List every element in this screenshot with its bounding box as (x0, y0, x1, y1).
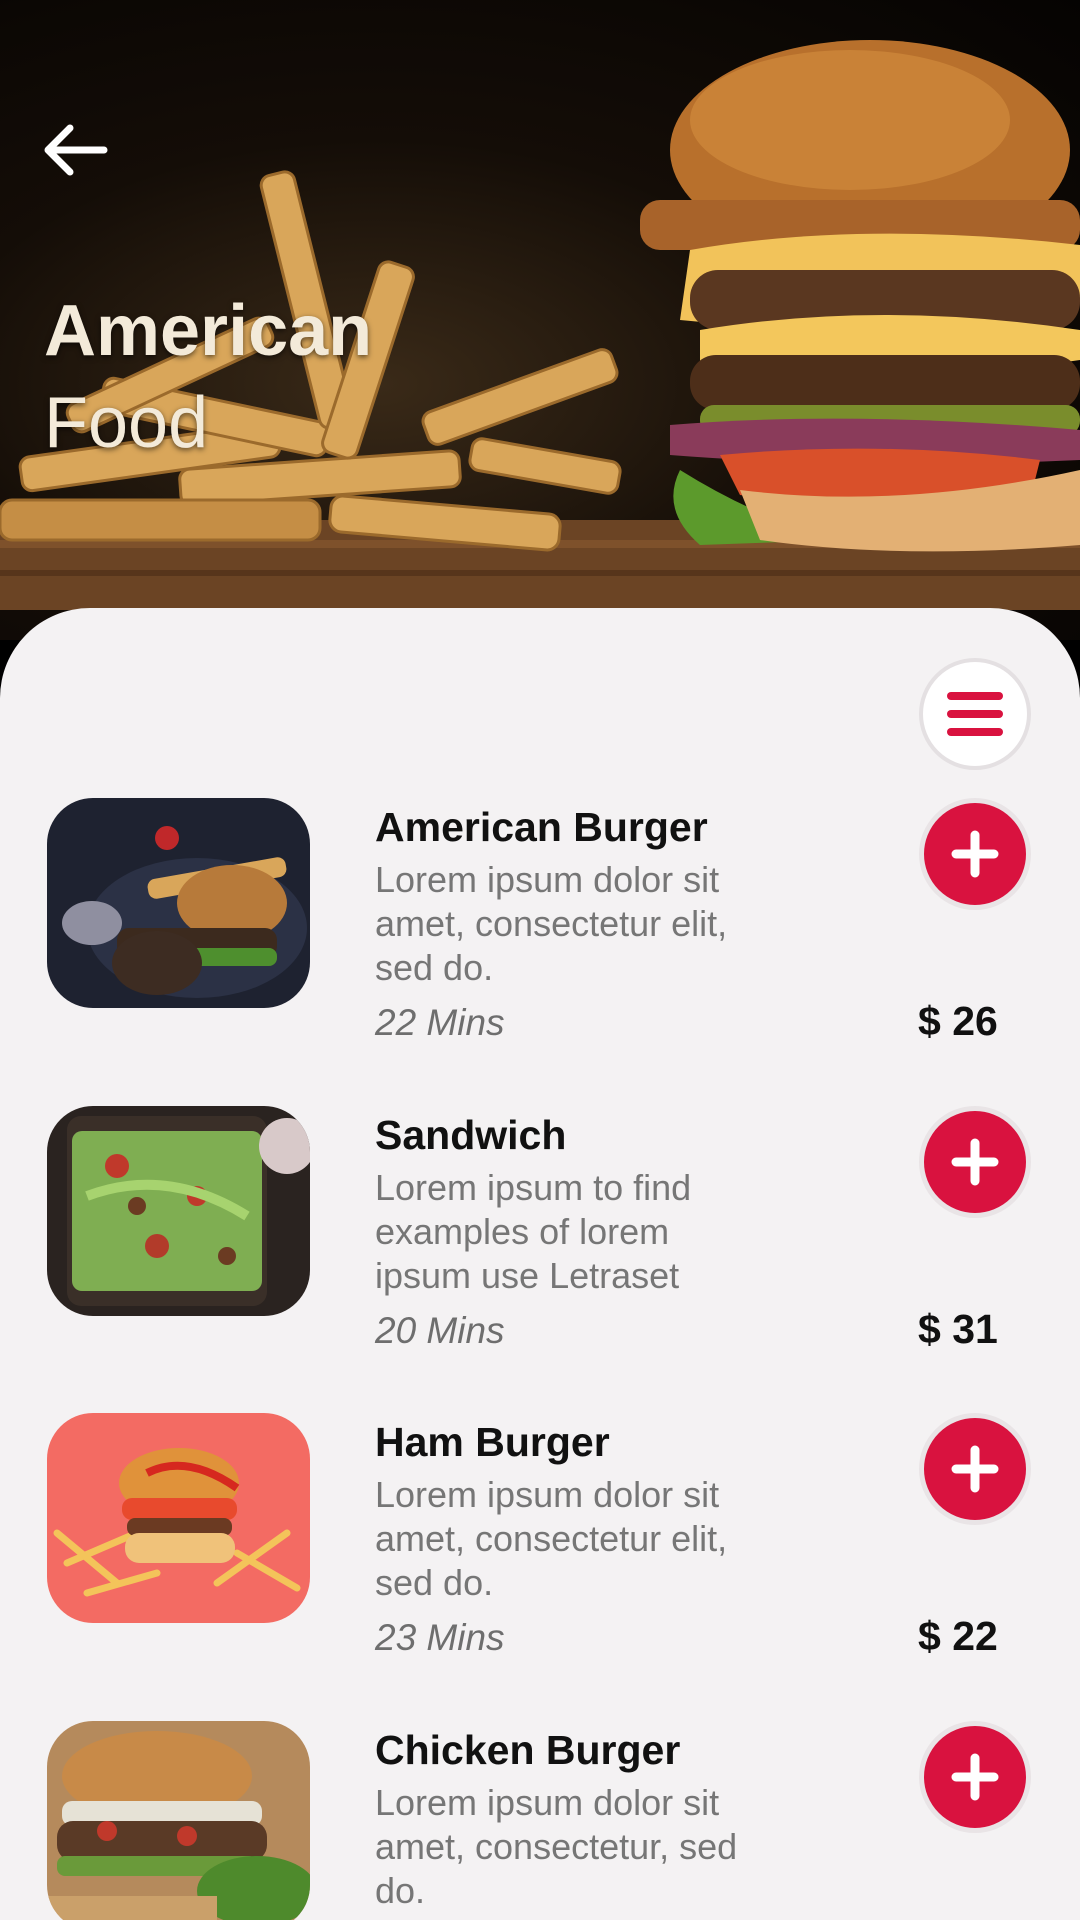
plus-icon (951, 830, 999, 878)
list-item[interactable]: American Burger Lorem ipsum dolor sit am… (0, 798, 1080, 1058)
plus-icon (951, 1445, 999, 1493)
item-price: $ 22 (918, 1613, 998, 1659)
back-button[interactable] (40, 110, 130, 190)
food-thumbnail (47, 1721, 310, 1920)
item-description: Lorem ipsum dolor sit amet, consectetur … (375, 859, 728, 988)
item-description: Lorem ipsum dolor sit amet, consectetur,… (375, 1782, 738, 1911)
page-title: American Food (44, 285, 372, 469)
menu-button[interactable] (919, 658, 1031, 770)
food-thumbnail (47, 1413, 310, 1623)
list-item[interactable]: Ham Burger Lorem ipsum dolor sit amet, c… (0, 1413, 1080, 1673)
item-name: Ham Burger (375, 1419, 610, 1465)
item-price: $ 31 (918, 1306, 998, 1352)
item-description: Lorem ipsum to find examples of lorem ip… (375, 1167, 692, 1296)
item-time: 23 Mins (375, 1617, 505, 1658)
item-name: Chicken Burger (375, 1727, 681, 1773)
hero-banner: American Food (0, 0, 1080, 640)
item-time: 22 Mins (375, 1002, 505, 1043)
item-name: American Burger (375, 804, 708, 850)
list-item[interactable]: Sandwich Lorem ipsum to find examples of… (0, 1106, 1080, 1366)
plus-icon (951, 1138, 999, 1186)
add-button[interactable] (919, 1721, 1031, 1833)
item-description: Lorem ipsum dolor sit amet, consectetur … (375, 1474, 728, 1603)
arrow-left-icon (44, 124, 108, 176)
item-price: $ 26 (918, 998, 998, 1044)
title-line-1: American (44, 291, 373, 371)
title-line-2: Food (44, 383, 209, 463)
add-button[interactable] (919, 798, 1031, 910)
item-time: 20 Mins (375, 1310, 505, 1351)
add-button[interactable] (919, 1413, 1031, 1525)
plus-icon (951, 1753, 999, 1801)
item-name: Sandwich (375, 1112, 567, 1158)
add-button[interactable] (919, 1106, 1031, 1218)
hamburger-menu-icon (947, 692, 1003, 736)
food-thumbnail (47, 1106, 310, 1316)
list-item[interactable]: Chicken Burger Lorem ipsum dolor sit ame… (0, 1721, 1080, 1920)
food-thumbnail (47, 798, 310, 1008)
